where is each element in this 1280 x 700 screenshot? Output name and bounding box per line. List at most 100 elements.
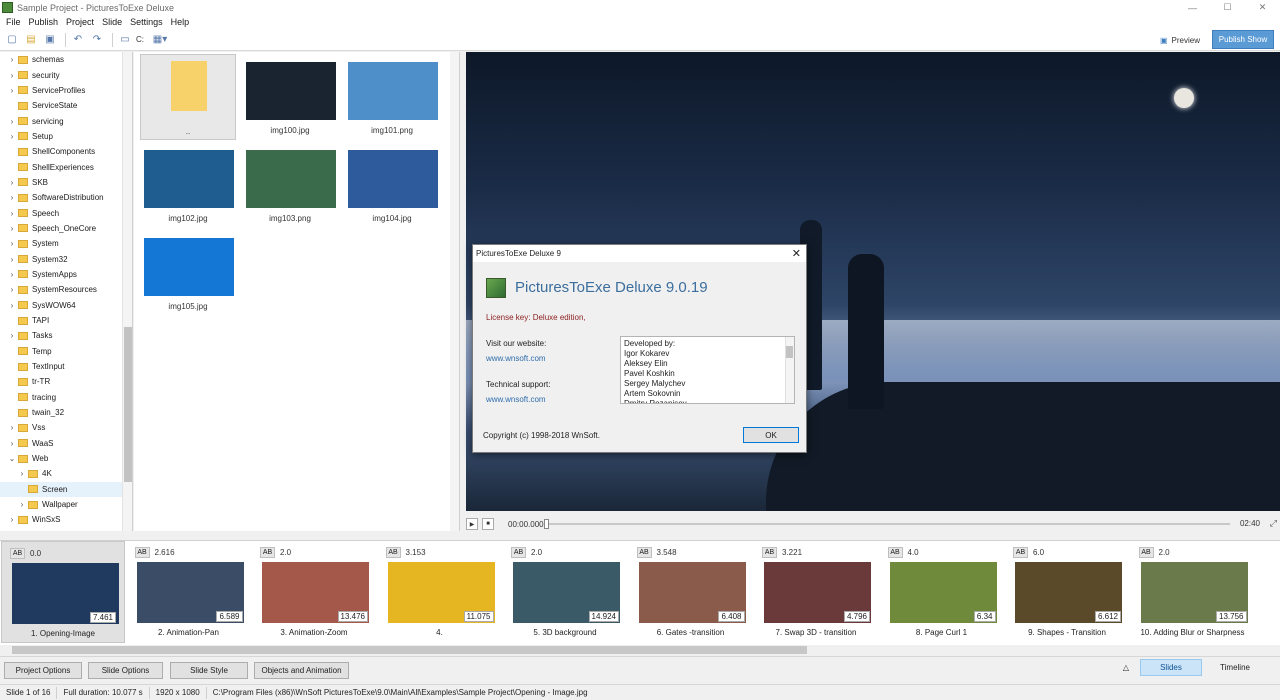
expand-arrow-icon[interactable]: ›: [6, 331, 18, 340]
ab-badge[interactable]: AB: [260, 547, 275, 558]
file-item[interactable]: img105.jpg: [140, 230, 236, 316]
play-icon[interactable]: ▶: [466, 518, 478, 530]
file-item[interactable]: img104.jpg: [344, 142, 440, 228]
tree-item[interactable]: › security: [0, 67, 132, 82]
file-item[interactable]: img101.png: [344, 54, 440, 140]
expand-arrow-icon[interactable]: ›: [6, 301, 18, 310]
tree-item[interactable]: tracing: [0, 390, 132, 405]
file-item[interactable]: img100.jpg: [242, 54, 338, 140]
file-item[interactable]: img102.jpg: [140, 142, 236, 228]
support-link[interactable]: www.wnsoft.com: [486, 395, 546, 404]
menu-settings[interactable]: Settings: [126, 17, 167, 27]
ab-badge[interactable]: AB: [762, 547, 777, 558]
expand-arrow-icon[interactable]: ›: [6, 71, 18, 80]
tree-item[interactable]: Temp: [0, 344, 132, 359]
tree-item[interactable]: ShellComponents: [0, 144, 132, 159]
tree-item[interactable]: › WaaS: [0, 436, 132, 451]
parent-folder-item[interactable]: ..: [140, 54, 236, 140]
website-link[interactable]: www.wnsoft.com: [486, 354, 546, 363]
expand-arrow-icon[interactable]: ›: [6, 439, 18, 448]
drive-icon[interactable]: ▭: [117, 32, 133, 48]
expand-arrow-icon[interactable]: ›: [6, 239, 18, 248]
slide-thumbnail[interactable]: AB 0.0 7.461 1. Opening-Image: [1, 541, 125, 643]
tree-item[interactable]: › ServiceProfiles: [0, 83, 132, 98]
expand-arrow-icon[interactable]: ›: [6, 224, 18, 233]
ab-badge[interactable]: AB: [887, 547, 903, 558]
tab-slides[interactable]: Slides: [1140, 659, 1202, 676]
ab-badge[interactable]: AB: [1013, 547, 1028, 558]
credits-list[interactable]: Developed by: Igor Kokarev Aleksey Elin Pav…: [620, 336, 795, 404]
tree-item[interactable]: › Setup: [0, 129, 132, 144]
preview-button[interactable]: ▣ Preview: [1154, 32, 1206, 48]
ab-badge[interactable]: AB: [636, 547, 652, 558]
tree-item[interactable]: › SystemResources: [0, 282, 132, 297]
tree-item[interactable]: › SysWOW64: [0, 298, 132, 313]
file-browser[interactable]: .. img100.jpg img101.png img102.jpg img103.p…: [134, 52, 460, 531]
tree-item[interactable]: › System32: [0, 251, 132, 266]
tree-item[interactable]: › Wallpaper: [0, 497, 132, 512]
fullscreen-icon[interactable]: ⤢: [1270, 518, 1277, 529]
tree-item[interactable]: › Tasks: [0, 328, 132, 343]
expand-arrow-icon[interactable]: ›: [16, 469, 28, 478]
folder-tree[interactable]: › schemas › security › ServiceProfiles Service…: [0, 52, 133, 531]
tree-item[interactable]: › servicing: [0, 113, 132, 128]
objects-animation-button[interactable]: Objects and Animation: [254, 662, 349, 679]
ab-badge[interactable]: AB: [134, 547, 150, 558]
maximize-icon[interactable]: ☐: [1210, 0, 1245, 15]
expand-arrow-icon[interactable]: ›: [6, 86, 18, 95]
expand-arrow-icon[interactable]: ›: [6, 255, 18, 264]
slide-thumbnail[interactable]: AB 3.153 11.075 4.: [378, 541, 502, 643]
tree-item[interactable]: › SKB: [0, 175, 132, 190]
undo-icon[interactable]: ↶: [70, 32, 86, 48]
expand-arrow-icon[interactable]: ›: [6, 209, 18, 218]
save-icon[interactable]: ▣: [42, 32, 58, 48]
slide-thumbnail[interactable]: AB 2.0 14.924 5. 3D background: [503, 541, 627, 643]
slide-thumbnail[interactable]: AB 3.221 4.796 7. Swap 3D - transition: [754, 541, 878, 643]
slide-style-button[interactable]: Slide Style: [170, 662, 248, 679]
stop-icon[interactable]: ■: [482, 518, 494, 530]
slides-scroll-thumb[interactable]: [12, 646, 807, 654]
tree-item[interactable]: ShellExperiences: [0, 159, 132, 174]
tree-item[interactable]: › Vss: [0, 420, 132, 435]
expand-arrow-icon[interactable]: ›: [6, 178, 18, 187]
menu-file[interactable]: File: [2, 17, 25, 27]
ab-badge[interactable]: AB: [511, 547, 526, 558]
tree-scroll-thumb[interactable]: [124, 327, 132, 482]
timeline-knob[interactable]: [544, 519, 549, 529]
tree-item[interactable]: › Speech_OneCore: [0, 221, 132, 236]
view-mode-icon[interactable]: ▦▾: [152, 32, 168, 48]
ab-badge[interactable]: AB: [1138, 547, 1154, 558]
drive-label[interactable]: C:: [136, 35, 144, 44]
close-icon[interactable]: ✕: [1245, 0, 1280, 15]
ab-badge[interactable]: AB: [10, 548, 25, 559]
collapse-icon[interactable]: △: [1118, 659, 1134, 676]
slide-thumbnail[interactable]: AB 2.616 6.589 2. Animation-Pan: [127, 541, 251, 643]
menu-slide[interactable]: Slide: [98, 17, 126, 27]
tree-item[interactable]: › WinSxS: [0, 512, 132, 527]
redo-icon[interactable]: ↷: [89, 32, 105, 48]
tree-item[interactable]: ⌄ Web: [0, 451, 132, 466]
tree-item[interactable]: TextInput: [0, 359, 132, 374]
dialog-close-icon[interactable]: ✕: [792, 247, 801, 260]
tree-item[interactable]: twain_32: [0, 405, 132, 420]
slides-scrollbar[interactable]: [0, 645, 1280, 655]
tree-item[interactable]: › schemas: [0, 52, 132, 67]
tree-scrollbar[interactable]: [122, 52, 132, 531]
expand-arrow-icon[interactable]: ›: [6, 193, 18, 202]
publish-show-button[interactable]: Publish Show: [1212, 30, 1274, 49]
new-file-icon[interactable]: ▢: [4, 32, 20, 48]
slide-thumbnail[interactable]: AB 6.0 6.612 9. Shapes - Transition: [1005, 541, 1129, 643]
tree-item[interactable]: › Speech: [0, 205, 132, 220]
file-item[interactable]: img103.png: [242, 142, 338, 228]
ab-badge[interactable]: AB: [385, 547, 401, 558]
tree-item[interactable]: Screen: [0, 481, 132, 497]
expand-arrow-icon[interactable]: ›: [6, 117, 18, 126]
slide-thumbnail[interactable]: AB 3.548 6.408 6. Gates -transition: [629, 541, 753, 643]
tree-item[interactable]: ServiceState: [0, 98, 132, 113]
expand-arrow-icon[interactable]: ›: [6, 423, 18, 432]
menu-publish[interactable]: Publish: [25, 17, 63, 27]
expand-arrow-icon[interactable]: ⌄: [6, 454, 18, 463]
slide-thumbnail[interactable]: AB 2.0 13.756 10. Adding Blur or Sharpness: [1131, 541, 1255, 643]
tree-item[interactable]: TAPI: [0, 313, 132, 328]
credits-scroll-thumb[interactable]: [786, 346, 793, 358]
